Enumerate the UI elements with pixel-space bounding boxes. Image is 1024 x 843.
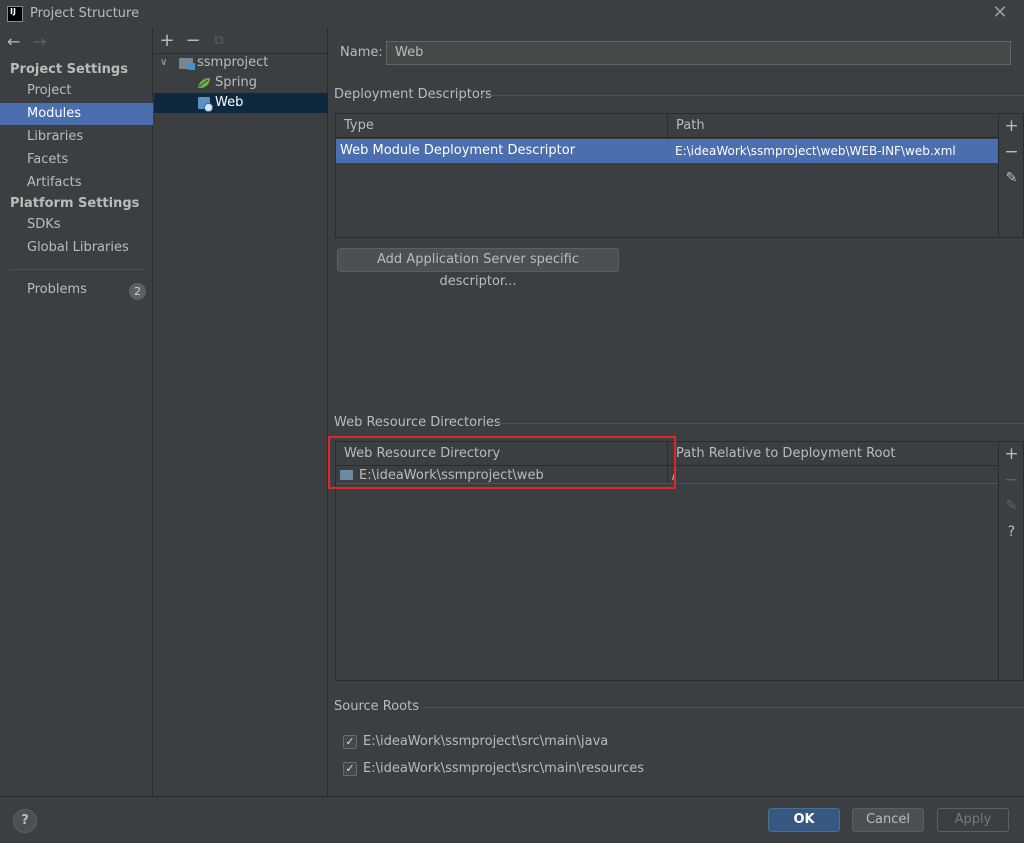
source-root-checkbox[interactable]: ✓: [343, 735, 357, 749]
back-arrow-icon[interactable]: ←: [7, 34, 20, 50]
web-facet-icon: [198, 97, 213, 112]
nav-item-modules[interactable]: Modules: [0, 103, 153, 125]
tree-item-label: Spring: [215, 75, 257, 90]
relative-path-cell: /: [672, 468, 677, 483]
add-server-descriptor-button[interactable]: Add Application Server specific descript…: [337, 248, 619, 289]
source-roots-title: Source Roots: [334, 699, 420, 714]
module-tree-panel: + − ⧉ ∨ ssmproject Spring Web: [154, 28, 328, 796]
edit-pencil-icon[interactable]: ✎: [999, 496, 1024, 516]
source-root-row[interactable]: ✓ E:\ideaWork\ssmproject\src\main\java: [343, 734, 1003, 752]
nav-divider: [10, 269, 145, 270]
red-highlight-annotation: [328, 436, 676, 489]
spring-leaf-icon: [198, 78, 210, 88]
close-icon[interactable]: ✕: [990, 3, 1010, 23]
descriptor-toolbar: + − ✎: [998, 114, 1023, 237]
intellij-app-icon: IJ: [7, 6, 23, 22]
source-root-row[interactable]: ✓ E:\ideaWork\ssmproject\src\main\resour…: [343, 761, 1003, 779]
remove-icon[interactable]: −: [999, 142, 1024, 162]
nav-item-facets[interactable]: Facets: [0, 149, 153, 171]
deployment-descriptors-title: Deployment Descriptors: [334, 87, 492, 102]
title-bar: IJ Project Structure ✕: [0, 0, 1024, 28]
descriptor-path-cell: E:\ideaWork\ssmproject\web\WEB-INF\web.x…: [675, 144, 956, 158]
remove-icon[interactable]: −: [183, 31, 203, 51]
tree-item-spring[interactable]: Spring: [154, 73, 328, 93]
column-header-path[interactable]: Path: [668, 114, 999, 138]
forward-arrow-icon[interactable]: →: [33, 34, 46, 50]
chevron-down-icon[interactable]: ∨: [160, 53, 167, 73]
web-facet-editor: Name: Web Deployment Descriptors Type Pa…: [328, 28, 1024, 796]
web-resource-toolbar: + − ✎ ?: [998, 442, 1023, 680]
descriptor-type-cell: Web Module Deployment Descriptor: [340, 143, 576, 158]
project-settings-header: Project Settings: [10, 62, 128, 77]
web-resource-directories-title: Web Resource Directories: [334, 415, 501, 430]
deployment-descriptors-table: Type Path Web Module Deployment Descript…: [335, 113, 1024, 238]
settings-nav: ← → Project Settings Project Modules Lib…: [0, 28, 153, 796]
nav-item-sdks[interactable]: SDKs: [0, 214, 153, 236]
help-question-icon[interactable]: ?: [999, 522, 1024, 542]
name-label: Name:: [340, 45, 383, 60]
window-title: Project Structure: [30, 6, 140, 21]
ok-button[interactable]: OK: [768, 808, 840, 832]
add-icon[interactable]: +: [157, 31, 177, 51]
source-root-path: E:\ideaWork\ssmproject\src\main\resource…: [363, 761, 645, 776]
help-button[interactable]: ?: [13, 809, 37, 833]
column-header-relative-path[interactable]: Path Relative to Deployment Root: [668, 442, 999, 466]
tree-item-ssmproject[interactable]: ∨ ssmproject: [154, 53, 328, 73]
add-icon[interactable]: +: [999, 444, 1024, 464]
source-root-path: E:\ideaWork\ssmproject\src\main\java: [363, 734, 609, 749]
table-header: Type Path: [336, 114, 999, 163]
table-row[interactable]: Web Module Deployment Descriptor E:\idea…: [336, 139, 999, 163]
nav-item-libraries[interactable]: Libraries: [0, 126, 153, 148]
tree-item-label: ssmproject: [197, 55, 269, 70]
module-folder-icon: [179, 58, 195, 70]
tree-item-web[interactable]: Web: [154, 93, 328, 113]
section-divider: [423, 707, 1024, 708]
section-divider: [495, 423, 1024, 424]
copy-icon[interactable]: ⧉: [209, 31, 229, 51]
nav-item-project[interactable]: Project: [0, 80, 153, 102]
dialog-button-bar: ? OK Cancel Apply: [0, 796, 1024, 843]
problems-count-badge: 2: [129, 283, 146, 300]
column-header-type[interactable]: Type: [336, 114, 667, 138]
tree-item-label: Web: [215, 95, 244, 110]
nav-item-artifacts[interactable]: Artifacts: [0, 172, 153, 194]
apply-button[interactable]: Apply: [937, 808, 1009, 832]
nav-item-global-libraries[interactable]: Global Libraries: [0, 237, 153, 259]
source-root-checkbox[interactable]: ✓: [343, 762, 357, 776]
cancel-button[interactable]: Cancel: [852, 808, 924, 832]
section-divider: [481, 95, 1024, 96]
edit-pencil-icon[interactable]: ✎: [999, 168, 1024, 188]
name-field[interactable]: Web: [386, 41, 1011, 65]
add-icon[interactable]: +: [999, 116, 1024, 136]
platform-settings-header: Platform Settings: [10, 196, 140, 211]
remove-icon[interactable]: −: [999, 470, 1024, 490]
